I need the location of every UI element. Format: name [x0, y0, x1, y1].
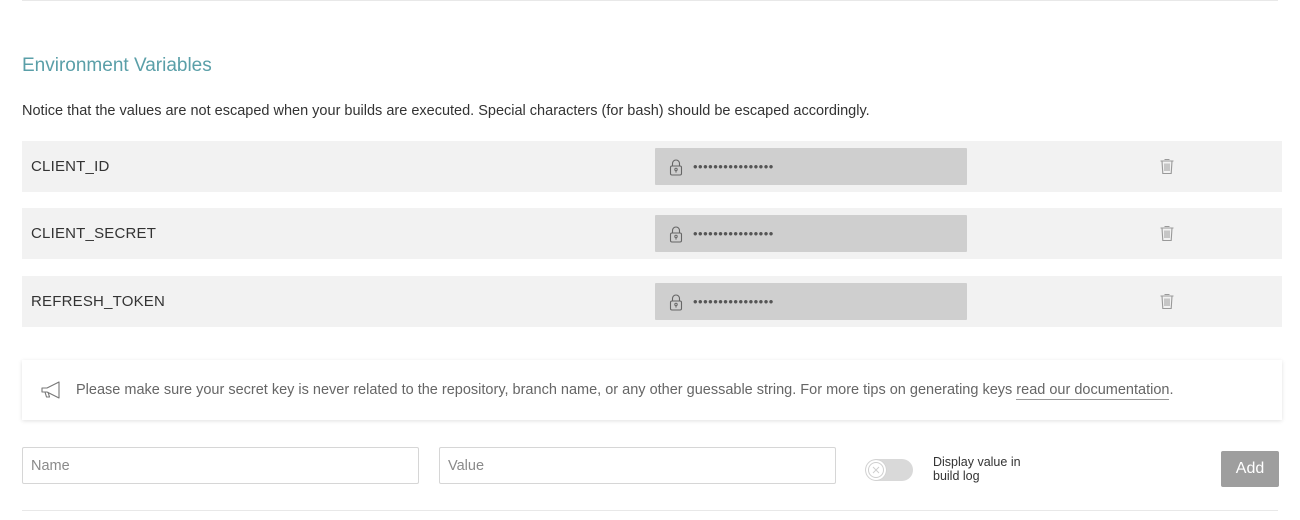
env-var-row: CLIENT_ID •••••••••••••••• [22, 141, 1282, 192]
masked-value: •••••••••••••••• [693, 294, 774, 309]
documentation-link[interactable]: read our documentation [1016, 382, 1170, 400]
top-divider [22, 0, 1278, 1]
toggle-knob [866, 460, 886, 480]
env-var-name: CLIENT_SECRET [31, 225, 157, 242]
tip-trailing: . [1169, 382, 1174, 398]
trash-icon[interactable] [1159, 224, 1175, 242]
trash-icon[interactable] [1159, 292, 1175, 310]
env-var-value: •••••••••••••••• [655, 148, 967, 185]
env-var-value: •••••••••••••••• [655, 215, 967, 252]
env-var-name: CLIENT_ID [31, 158, 110, 175]
megaphone-icon [41, 381, 60, 399]
lock-icon [669, 159, 683, 176]
masked-value: •••••••••••••••• [693, 226, 774, 241]
tip-text: Please make sure your secret key is neve… [76, 360, 1173, 420]
env-var-value: •••••••••••••••• [655, 283, 967, 320]
display-value-toggle[interactable] [865, 459, 913, 481]
trash-icon[interactable] [1159, 157, 1175, 175]
name-input[interactable] [22, 447, 419, 484]
toggle-off-x-icon [868, 462, 884, 478]
add-button[interactable]: Add [1221, 451, 1279, 487]
section-title: Environment Variables [22, 55, 212, 76]
value-input[interactable] [439, 447, 836, 484]
masked-value: •••••••••••••••• [693, 159, 774, 174]
lock-icon [669, 294, 683, 311]
env-var-name: REFRESH_TOKEN [31, 293, 166, 310]
tip-message: Please make sure your secret key is neve… [76, 382, 1017, 398]
escape-notice: Notice that the values are not escaped w… [22, 103, 870, 119]
lock-icon [669, 226, 683, 243]
toggle-label: Display value in build log [933, 455, 1021, 483]
bottom-divider [22, 510, 1278, 511]
security-tip: Please make sure your secret key is neve… [22, 360, 1282, 420]
env-var-row: CLIENT_SECRET •••••••••••••••• [22, 208, 1282, 259]
env-var-row: REFRESH_TOKEN •••••••••••••••• [22, 276, 1282, 327]
